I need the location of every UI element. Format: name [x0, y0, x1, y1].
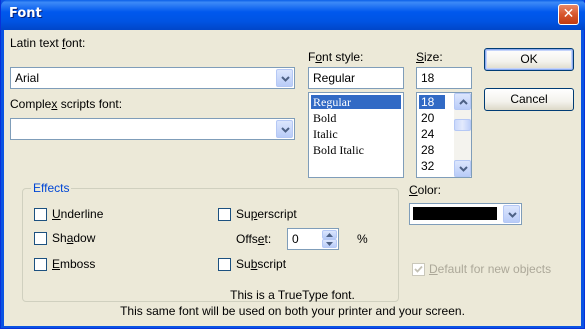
latin-font-dropdown-button[interactable] — [276, 69, 293, 87]
effects-group — [22, 188, 399, 302]
font-style-list[interactable]: Regular Bold Italic Bold Italic — [308, 92, 404, 178]
chevron-down-icon — [326, 242, 333, 246]
default-objects-label: Default for new objects — [429, 262, 552, 276]
shadow-checkbox[interactable] — [34, 232, 47, 245]
title-bar[interactable]: Font ✕ — [1, 0, 585, 30]
subscript-label: Subscript — [236, 257, 287, 271]
superscript-checkbox[interactable] — [218, 208, 231, 221]
emboss-checkbox[interactable] — [34, 258, 47, 271]
shadow-label: Shadow — [52, 231, 96, 245]
font-info-line-2: This same font will be used on both your… — [120, 304, 465, 318]
offset-spin-down[interactable] — [322, 239, 337, 248]
size-scrollbar[interactable] — [454, 93, 471, 177]
chevron-up-icon — [459, 99, 468, 105]
font-style-label: Font style: — [308, 50, 364, 64]
list-item[interactable]: Regular — [311, 95, 401, 109]
scroll-thumb[interactable] — [454, 119, 471, 131]
list-item[interactable]: 20 — [419, 111, 434, 125]
color-dropdown-button[interactable] — [503, 205, 520, 223]
complex-font-label: Complex scripts font: — [10, 97, 123, 111]
complex-font-dropdown-button[interactable] — [276, 120, 293, 138]
color-picker[interactable] — [409, 203, 522, 225]
list-item[interactable]: 18 — [419, 95, 445, 109]
size-label: Size: — [416, 50, 443, 64]
latin-font-combo[interactable]: Arial — [10, 67, 295, 89]
chevron-up-icon — [326, 233, 333, 237]
offset-label: Offset: — [236, 232, 272, 246]
scroll-down-button[interactable] — [454, 160, 471, 177]
latin-font-label: Latin text font: — [10, 36, 86, 50]
offset-spinner[interactable] — [322, 230, 337, 248]
close-icon: ✕ — [562, 6, 575, 22]
list-item[interactable]: 28 — [419, 143, 434, 157]
dialog-body: Latin text font: Arial Complex scripts f… — [4, 30, 581, 326]
list-item[interactable]: Bold Italic — [311, 143, 364, 157]
superscript-label: Superscript — [236, 207, 297, 221]
underline-checkbox[interactable] — [34, 208, 47, 221]
offset-spin-up[interactable] — [322, 230, 337, 239]
latin-font-value: Arial — [15, 71, 40, 85]
size-list[interactable]: 18 20 24 28 32 — [416, 92, 472, 178]
list-item[interactable]: 24 — [419, 127, 434, 141]
chevron-down-icon — [459, 166, 468, 172]
color-swatch — [413, 207, 497, 220]
chevron-down-icon — [508, 212, 517, 218]
size-input[interactable]: 18 — [416, 67, 472, 89]
ok-button[interactable]: OK — [484, 48, 574, 71]
default-objects-checkbox[interactable] — [412, 263, 425, 276]
chevron-down-icon — [281, 127, 290, 133]
cancel-button[interactable]: Cancel — [484, 88, 574, 111]
size-value: 18 — [421, 71, 435, 85]
window-title: Font — [9, 6, 42, 21]
scroll-up-button[interactable] — [454, 93, 471, 110]
emboss-label: Emboss — [52, 257, 96, 271]
list-item[interactable]: Italic — [311, 127, 338, 141]
offset-unit: % — [357, 232, 368, 246]
checkmark-icon — [414, 265, 423, 273]
effects-group-title: Effects — [31, 181, 72, 195]
font-dialog: Font ✕ Latin text font: Arial Complex sc… — [0, 0, 585, 329]
list-item[interactable]: Bold — [311, 111, 336, 125]
offset-input[interactable]: 0 — [287, 228, 339, 250]
font-style-value: Regular — [313, 71, 356, 85]
font-info-line-1: This is a TrueType font. — [230, 288, 355, 302]
complex-font-combo[interactable] — [10, 118, 295, 140]
font-style-input[interactable]: Regular — [308, 67, 404, 89]
subscript-checkbox[interactable] — [218, 258, 231, 271]
chevron-down-icon — [281, 76, 290, 82]
underline-label: Underline — [52, 207, 104, 221]
offset-value: 0 — [292, 232, 299, 246]
color-label: Color: — [409, 183, 442, 197]
close-button[interactable]: ✕ — [558, 4, 579, 25]
list-item[interactable]: 32 — [419, 159, 434, 173]
